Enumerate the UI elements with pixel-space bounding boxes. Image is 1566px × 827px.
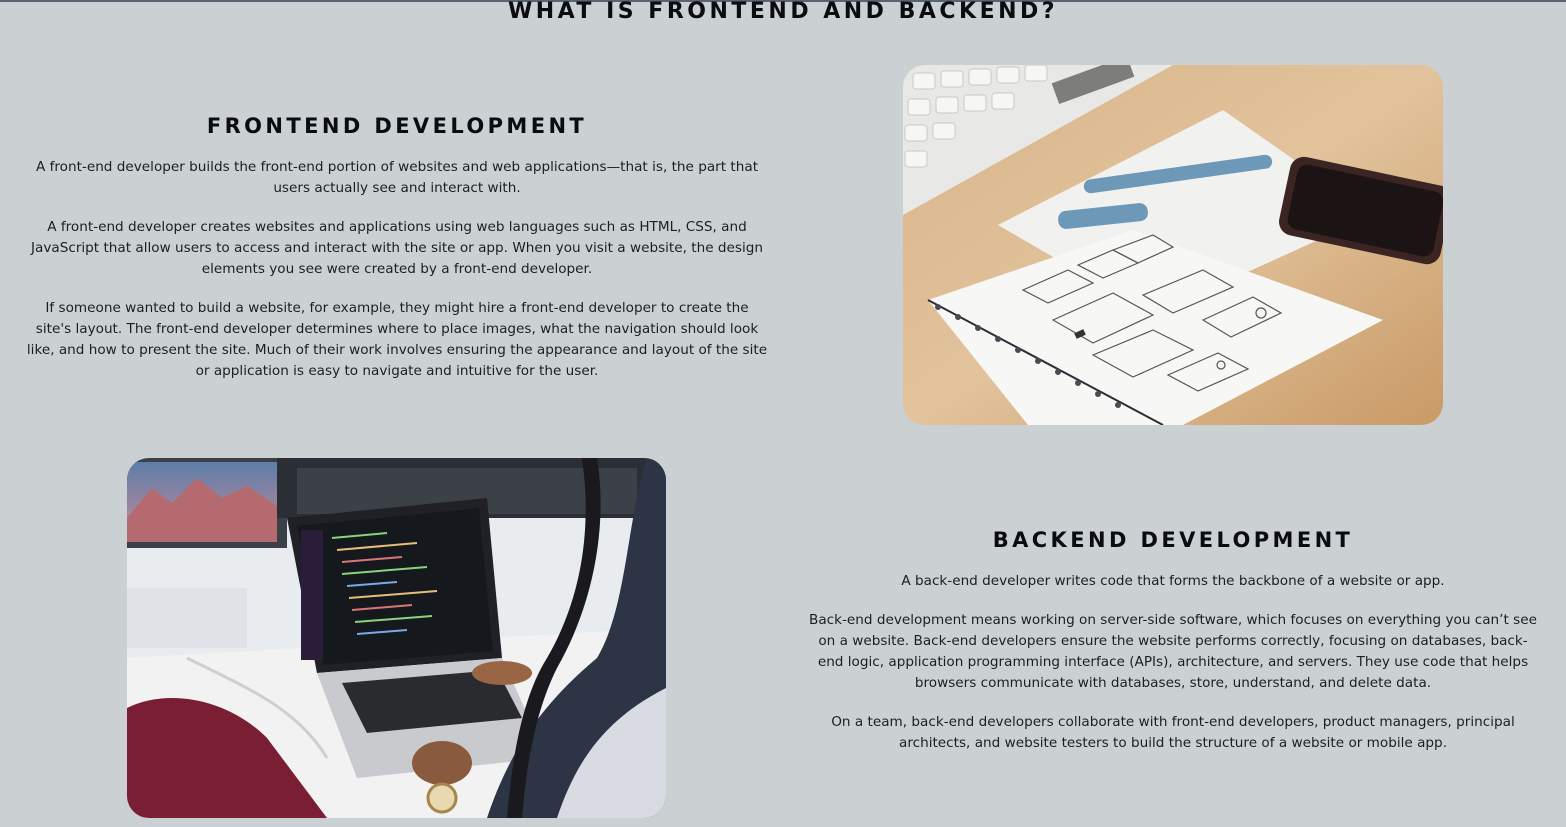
frontend-section-title: FRONTEND DEVELOPMENT [206, 114, 588, 138]
page-title: WHAT IS FRONTEND AND BACKEND? [507, 0, 1059, 24]
backend-paragraph-2: Back-end development means working on se… [809, 612, 1537, 691]
wireframe-desk-image [903, 65, 1443, 425]
frontend-paragraph-1: A front-end developer builds the front-e… [35, 159, 759, 196]
backend-description: A back-end developer writes code that fo… [806, 571, 1540, 772]
frontend-photo [903, 65, 1443, 425]
frontend-description: A front-end developer builds the front-e… [26, 157, 768, 400]
frontend-paragraph-3: If someone wanted to build a website, fo… [26, 300, 768, 379]
backend-photo [127, 458, 666, 818]
backend-section-title: BACKEND DEVELOPMENT [992, 528, 1354, 552]
backend-paragraph-3: On a team, back-end developers collabora… [831, 714, 1515, 751]
laptop-coding-image [127, 458, 666, 818]
frontend-paragraph-2: A front-end developer creates websites a… [31, 219, 763, 277]
backend-paragraph-1: A back-end developer writes code that fo… [901, 573, 1445, 589]
